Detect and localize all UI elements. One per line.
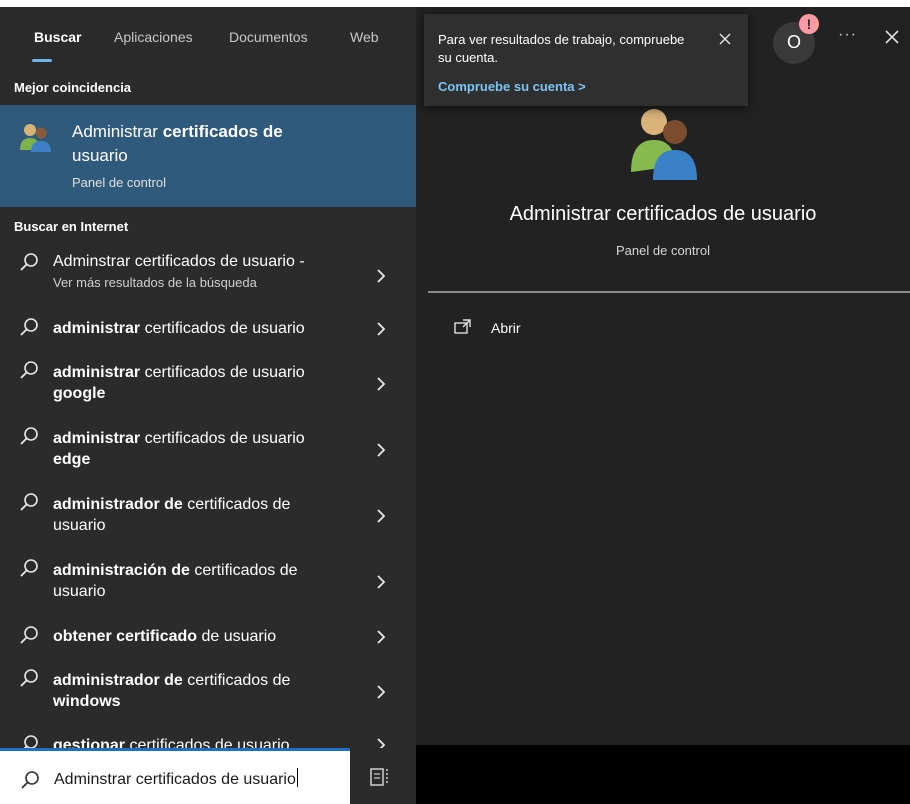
web-result-title: Adminstrar certificados de usuario - <box>53 253 305 270</box>
web-result-text: obtener certificado de usuario <box>53 626 353 647</box>
best-match-title: Administrar certificados de usuario <box>72 120 382 168</box>
users-icon <box>20 124 51 152</box>
web-result-rest: certificados de <box>189 562 298 579</box>
web-result[interactable]: administrador de certificados de usuario <box>0 484 416 550</box>
taskbar <box>416 745 910 804</box>
tab-buscar[interactable]: Buscar <box>34 29 81 45</box>
active-tab-indicator <box>32 59 52 62</box>
search-icon <box>21 771 39 789</box>
best-match-title-bold: certificados de <box>162 122 283 141</box>
search-icon <box>20 493 38 511</box>
chevron-right-icon <box>377 269 386 283</box>
chevron-right-icon <box>377 377 386 391</box>
web-result-bold: administración de <box>53 562 190 579</box>
web-result-line2: usuario <box>53 517 106 534</box>
users-icon <box>631 109 697 180</box>
chevron-right-icon <box>377 685 386 699</box>
divider <box>428 291 910 293</box>
web-result-text: administración de certificados de usuario <box>53 560 353 602</box>
search-icon <box>20 669 38 687</box>
open-window-icon <box>454 319 471 334</box>
web-section-header: Buscar en Internet <box>14 219 129 234</box>
account-initial: O <box>786 32 801 52</box>
search-query: Adminstrar certificados de usuario <box>54 771 296 788</box>
web-result-line2: google <box>53 385 106 402</box>
web-result-bold: administrador de <box>53 672 183 689</box>
chevron-right-icon <box>377 575 386 589</box>
chevron-right-icon <box>377 322 386 336</box>
search-icon <box>20 318 38 336</box>
web-result-rest: de usuario <box>197 628 277 645</box>
tab-aplicaciones[interactable]: Aplicaciones <box>114 29 193 45</box>
chevron-right-icon <box>377 509 386 523</box>
windows-search-window: Buscar Aplicaciones Documentos Web Mejor… <box>0 7 910 804</box>
tab-documentos[interactable]: Documentos <box>229 29 308 45</box>
notification-message: Para ver resultados de trabajo, comprueb… <box>438 32 685 65</box>
preview-panel: Administrar certificados de usuario Pane… <box>416 7 910 745</box>
web-result-bold: administrar <box>53 320 141 337</box>
chevron-right-icon <box>377 630 386 644</box>
web-result-line2: edge <box>53 451 91 468</box>
tab-web[interactable]: Web <box>350 29 379 45</box>
search-input-value: Adminstrar certificados de usuario <box>54 768 298 789</box>
web-result-rest: certificados de <box>182 672 291 689</box>
web-result-text: administrar certificados de usuario googl… <box>53 362 353 404</box>
search-icon <box>20 253 38 271</box>
web-result-subtitle: Ver más resultados de la búsqueda <box>53 275 257 290</box>
search-tabs: Buscar Aplicaciones Documentos Web <box>0 7 416 69</box>
alert-badge: ! <box>799 14 819 34</box>
web-result-rest: certificados de usuario <box>140 430 305 447</box>
web-result[interactable]: administrar certificados de usuario googl… <box>0 352 416 418</box>
search-icon <box>20 427 38 445</box>
task-view-button[interactable] <box>350 748 416 804</box>
web-result-text: administrar certificados de usuario edge <box>53 428 353 470</box>
web-result-bold: administrar <box>53 364 141 381</box>
preview-subtitle: Panel de control <box>616 243 710 258</box>
web-result-line2: usuario <box>53 583 106 600</box>
web-result-rest: certificados de usuario <box>140 364 305 381</box>
task-view-icon <box>370 768 388 786</box>
account-button[interactable]: O ! <box>773 14 819 64</box>
best-match-title-plain: Administrar <box>72 122 163 141</box>
web-result[interactable]: administrador de certificados de windows <box>0 660 416 726</box>
best-match-item[interactable]: Administrar certificados de usuario Pane… <box>0 105 416 207</box>
web-results-list: Adminstrar certificados de usuario - Ver… <box>0 251 416 770</box>
web-result-text: administrador de certificados de usuario <box>53 494 353 536</box>
close-icon[interactable] <box>718 32 732 46</box>
open-label: Abrir <box>491 320 521 336</box>
web-result-bold: administrar <box>53 430 141 447</box>
best-match-subtitle: Panel de control <box>72 175 166 190</box>
best-match-header: Mejor coincidencia <box>14 80 132 95</box>
web-result[interactable]: Adminstrar certificados de usuario - Ver… <box>0 251 416 308</box>
web-result-line2: windows <box>53 693 121 710</box>
web-result-rest: certificados de usuario <box>140 320 305 337</box>
close-icon[interactable] <box>884 29 900 45</box>
best-match-title-line2: usuario <box>72 146 128 165</box>
search-icon <box>20 559 38 577</box>
search-input[interactable]: Adminstrar certificados de usuario <box>0 748 350 804</box>
chevron-right-icon <box>377 443 386 457</box>
web-result-text: Adminstrar certificados de usuario - Ver… <box>53 251 353 293</box>
text-caret <box>296 768 298 787</box>
results-panel: Buscar Aplicaciones Documentos Web Mejor… <box>0 7 416 804</box>
account-notification: Para ver resultados de trabajo, comprueb… <box>424 14 748 106</box>
web-result[interactable]: administrar certificados de usuario edge <box>0 418 416 484</box>
web-result-text: administrar certificados de usuario <box>53 318 353 339</box>
web-result-bold: obtener certificado <box>53 628 198 645</box>
check-account-link[interactable]: Compruebe su cuenta > <box>438 79 586 94</box>
search-icon <box>20 361 38 379</box>
web-result[interactable]: administrar certificados de usuario <box>0 308 416 352</box>
web-result[interactable]: obtener certificado de usuario <box>0 616 416 660</box>
web-result-rest: certificados de <box>182 496 291 513</box>
search-icon <box>20 626 38 644</box>
preview-title: Administrar certificados de usuario <box>509 203 817 225</box>
web-result-bold: administrador de <box>53 496 183 513</box>
more-options-button[interactable]: ··· <box>838 26 857 44</box>
web-result[interactable]: administración de certificados de usuario <box>0 550 416 616</box>
web-result-text: administrador de certificados de windows <box>53 670 353 712</box>
